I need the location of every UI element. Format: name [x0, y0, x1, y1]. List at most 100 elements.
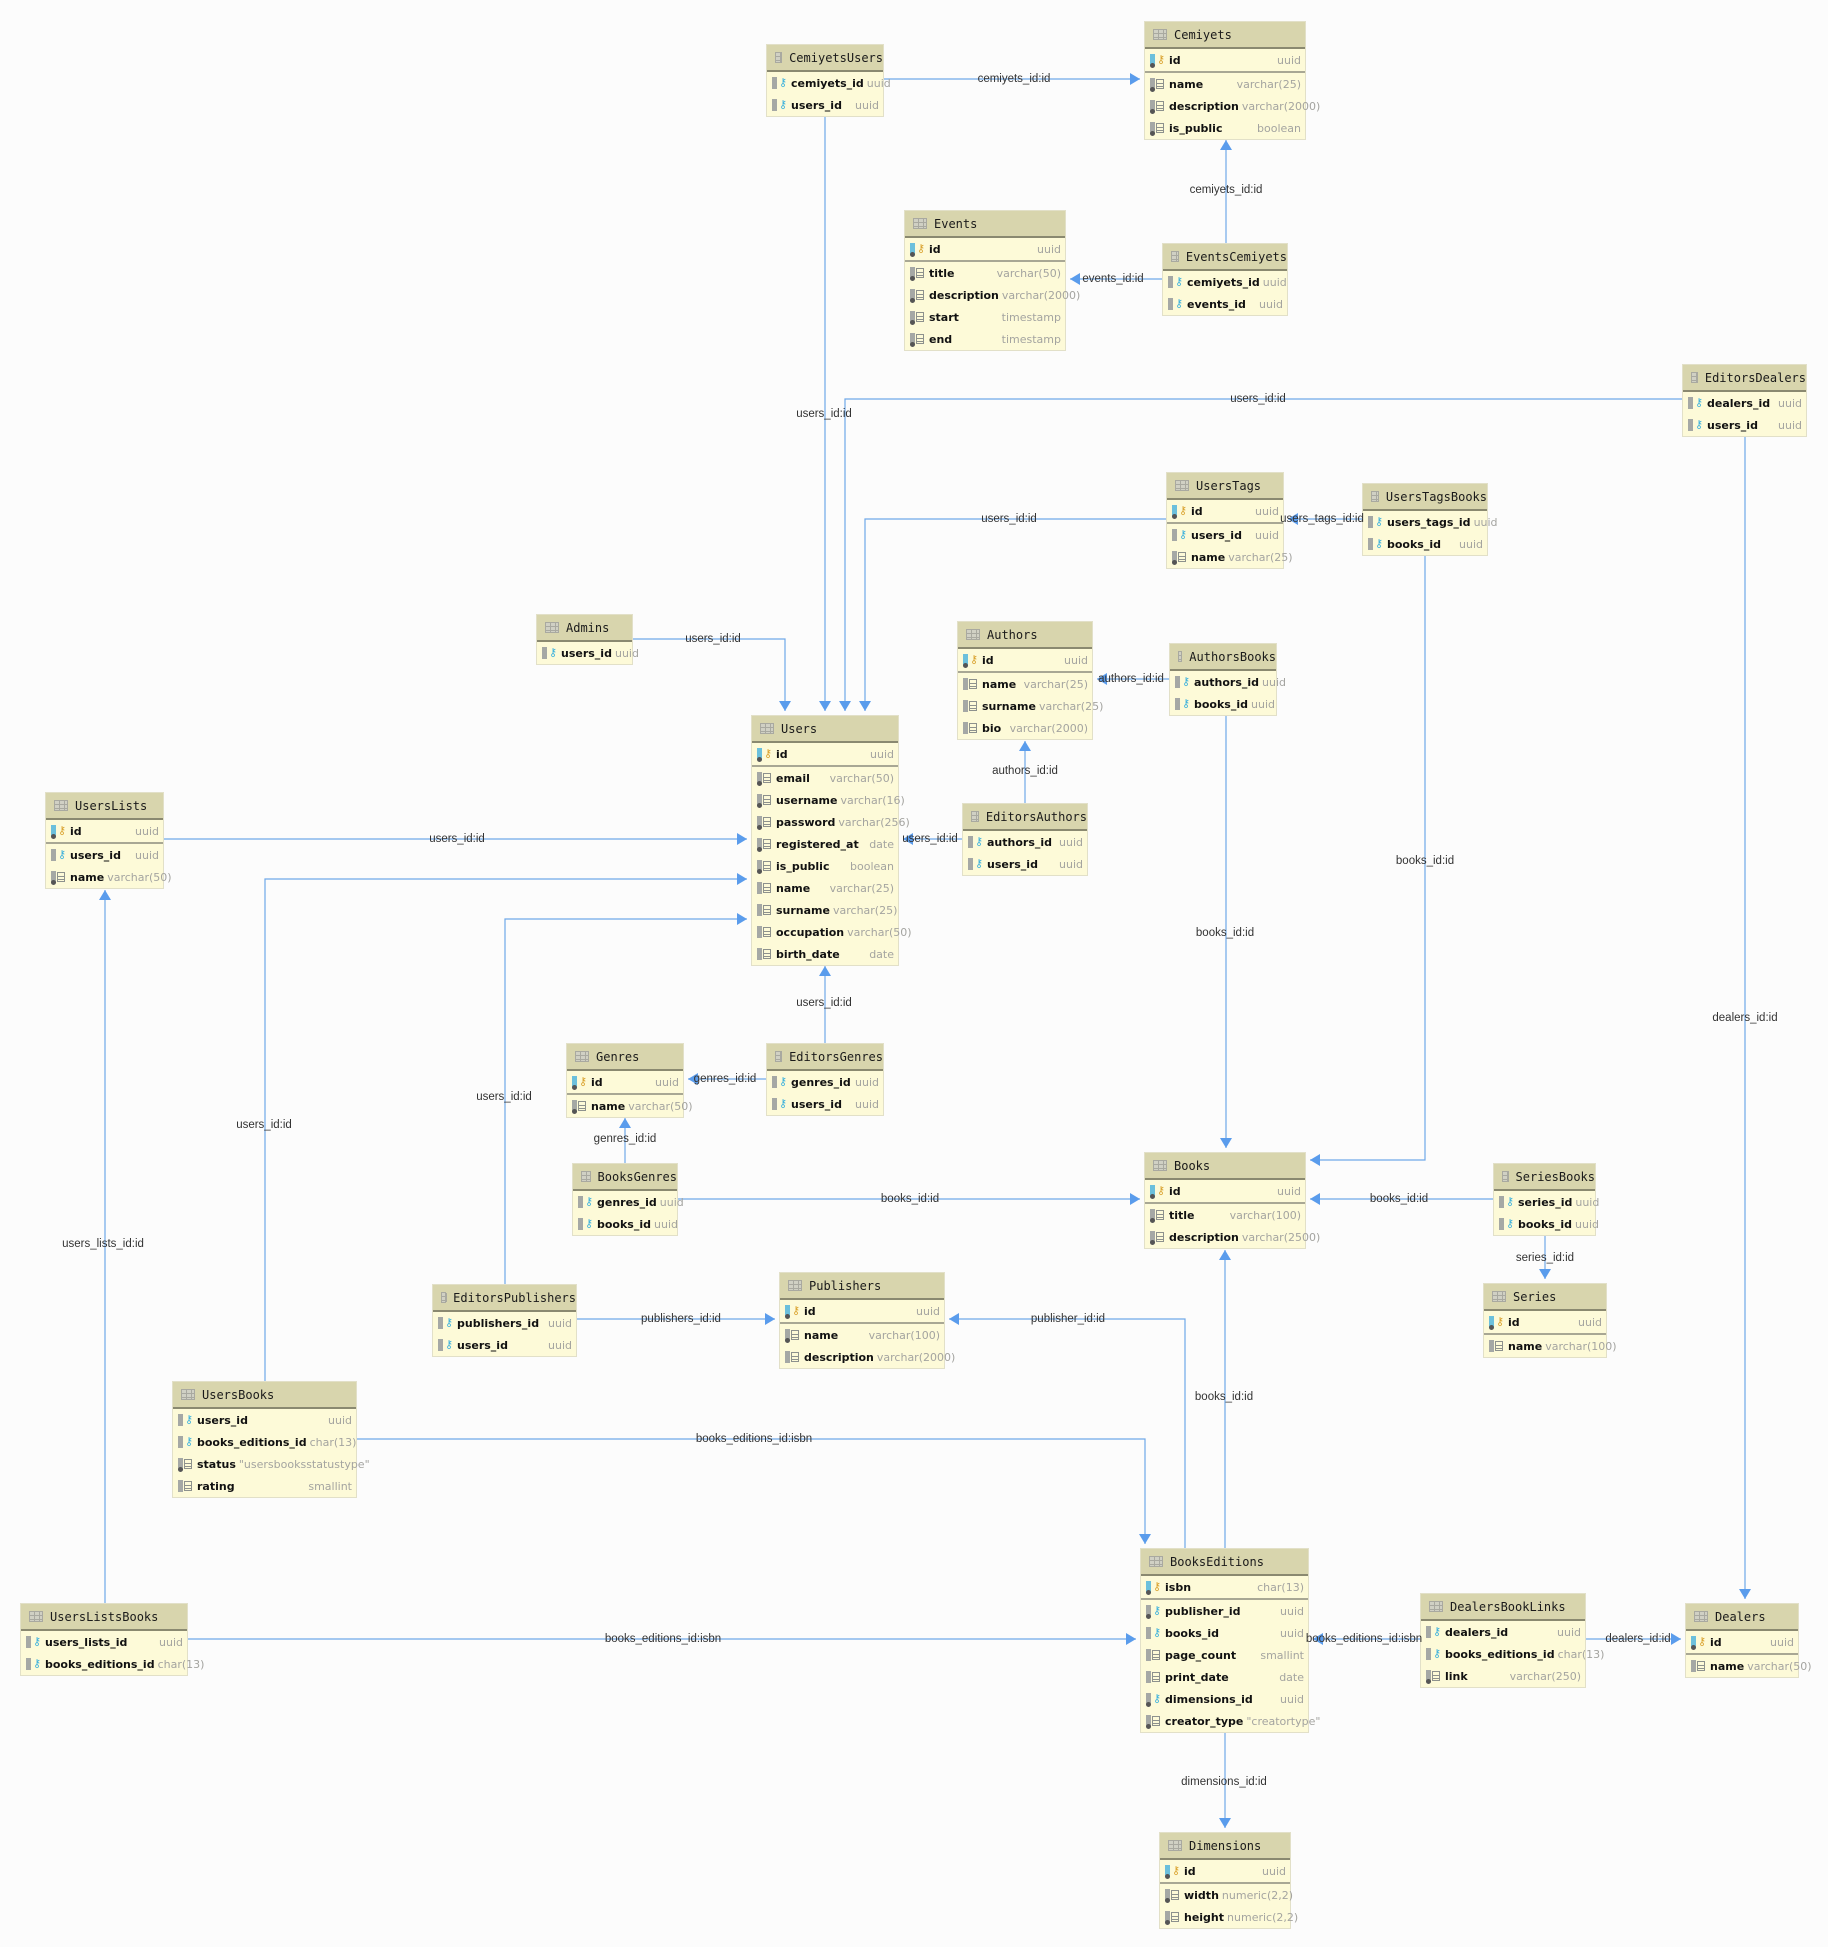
column-row[interactable]: birth_date date	[752, 943, 898, 965]
column-row[interactable]: ⚷ books_editions_id char(13)	[173, 1431, 356, 1453]
column-row[interactable]: name varchar(50)	[567, 1095, 693, 1117]
column-row[interactable]: ⚷ users_id uuid	[767, 94, 883, 116]
column-row[interactable]: ⚷ users_id uuid	[767, 1093, 883, 1115]
table-header[interactable]: EditorsGenres	[767, 1044, 883, 1071]
column-row[interactable]: creator_type "creatortype"	[1141, 1710, 1320, 1732]
column-row[interactable]: ⚷ users_id uuid	[1683, 414, 1806, 436]
column-row[interactable]: ⚷ users_lists_id uuid	[21, 1631, 187, 1653]
column-row[interactable]: registered_at date	[752, 833, 898, 855]
column-row[interactable]: page_count smallint	[1141, 1644, 1308, 1666]
table-series[interactable]: Series ⚷ id uuid name varchar(100)	[1483, 1283, 1617, 1358]
table-dealers-book-links[interactable]: DealersBookLinks ⚷ dealers_id uuid ⚷ books_ed…	[1420, 1593, 1604, 1688]
column-row[interactable]: description varchar(2500)	[1145, 1226, 1320, 1248]
relation-line[interactable]	[633, 638, 786, 711]
column-row[interactable]: name varchar(100)	[780, 1324, 944, 1346]
relation-line[interactable]	[949, 1318, 1186, 1548]
column-row[interactable]: ⚷ authors_id uuid	[963, 831, 1087, 853]
table-header[interactable]: Dealers	[1686, 1604, 1798, 1631]
column-row[interactable]: ⚷ id uuid	[1145, 49, 1305, 73]
relation-admins-to-users[interactable]	[633, 638, 791, 711]
column-row[interactable]: ⚷ id uuid	[780, 1300, 944, 1324]
table-header[interactable]: CemiyetsUsers	[767, 45, 883, 72]
table-header[interactable]: Genres	[567, 1044, 683, 1071]
column-row[interactable]: title varchar(50)	[905, 262, 1065, 284]
column-row[interactable]: rating smallint	[173, 1475, 356, 1497]
column-row[interactable]: ⚷ dealers_id uuid	[1683, 392, 1806, 414]
column-row[interactable]: ⚷ dealers_id uuid	[1421, 1621, 1585, 1643]
column-row[interactable]: description varchar(2000)	[905, 284, 1080, 306]
column-row[interactable]: name varchar(100)	[1484, 1335, 1617, 1357]
column-row[interactable]: ⚷ id uuid	[1167, 500, 1283, 524]
table-editors-publishers[interactable]: EditorsPublishers ⚷ publishers_id uuid ⚷ user…	[432, 1284, 577, 1357]
column-row[interactable]: surname varchar(25)	[958, 695, 1103, 717]
table-editors-dealers[interactable]: EditorsDealers ⚷ dealers_id uuid ⚷ users_id uu…	[1682, 364, 1807, 437]
column-row[interactable]: height numeric(2,2)	[1160, 1906, 1298, 1928]
column-row[interactable]: ⚷ id uuid	[752, 743, 898, 767]
column-row[interactable]: ⚷ books_id uuid	[1170, 693, 1276, 715]
column-row[interactable]: ⚷ events_id uuid	[1163, 293, 1287, 315]
table-header[interactable]: Users	[752, 716, 898, 743]
table-header[interactable]: Books	[1145, 1153, 1305, 1180]
table-users-tags-books[interactable]: UsersTagsBooks ⚷ users_tags_id uuid ⚷ books_i…	[1362, 483, 1498, 556]
column-row[interactable]: name varchar(50)	[46, 866, 172, 888]
table-cemiyets-users[interactable]: CemiyetsUsers ⚷ cemiyets_id uuid ⚷ users_id uu…	[766, 44, 891, 117]
column-row[interactable]: ⚷ users_id uuid	[1167, 524, 1283, 546]
relation-users-books-to-books-editions[interactable]	[357, 1438, 1151, 1544]
column-row[interactable]: password varchar(256)	[752, 811, 910, 833]
table-header[interactable]: EventsCemiyets	[1163, 244, 1287, 271]
table-header[interactable]: Cemiyets	[1145, 22, 1305, 49]
column-row[interactable]: name varchar(25)	[1145, 73, 1305, 95]
column-row[interactable]: is_public boolean	[1145, 117, 1305, 139]
table-books-editions[interactable]: BooksEditions ⚷ isbn char(13) ⚷ publisher_id u…	[1140, 1548, 1320, 1733]
column-row[interactable]: ⚷ cemiyets_id uuid	[767, 72, 891, 94]
table-header[interactable]: DealersBookLinks	[1421, 1594, 1585, 1621]
column-row[interactable]: status "usersbooksstatustype"	[173, 1453, 370, 1475]
table-header[interactable]: UsersLists	[46, 793, 163, 820]
table-header[interactable]: Authors	[958, 622, 1092, 649]
table-authors-books[interactable]: AuthorsBooks ⚷ authors_id uuid ⚷ books_id uuid	[1169, 643, 1286, 716]
table-cemiyets[interactable]: Cemiyets ⚷ id uuid name varchar(25) descriptio…	[1144, 21, 1320, 140]
column-row[interactable]: ⚷ id uuid	[1686, 1631, 1798, 1655]
table-editors-genres[interactable]: EditorsGenres ⚷ genres_id uuid ⚷ users_id uuid	[766, 1043, 884, 1116]
column-row[interactable]: ⚷ id uuid	[1484, 1311, 1606, 1335]
column-row[interactable]: ⚷ genres_id uuid	[573, 1191, 684, 1213]
column-row[interactable]: ⚷ users_id uuid	[46, 844, 163, 866]
column-row[interactable]: link varchar(250)	[1421, 1665, 1585, 1687]
relation-books-editions-to-publishers[interactable]	[949, 1313, 1186, 1548]
column-row[interactable]: ⚷ isbn char(13)	[1141, 1576, 1308, 1600]
column-row[interactable]: ⚷ cemiyets_id uuid	[1163, 271, 1287, 293]
column-row[interactable]: ⚷ publisher_id uuid	[1141, 1600, 1308, 1622]
column-row[interactable]: ⚷ id uuid	[1145, 1180, 1305, 1204]
table-header[interactable]: Dimensions	[1160, 1833, 1290, 1860]
table-users-lists-books[interactable]: UsersListsBooks ⚷ users_lists_id uuid ⚷ books…	[20, 1603, 204, 1676]
column-row[interactable]: ⚷ id uuid	[1160, 1860, 1290, 1884]
column-row[interactable]: ⚷ users_tags_id uuid	[1363, 511, 1498, 533]
column-row[interactable]: name varchar(25)	[1167, 546, 1293, 568]
relation-line[interactable]	[357, 1438, 1146, 1544]
table-authors[interactable]: Authors ⚷ id uuid name varchar(25) surname varc…	[957, 621, 1103, 740]
table-users-books[interactable]: UsersBooks ⚷ users_id uuid ⚷ books_editions_i…	[172, 1381, 370, 1498]
column-row[interactable]: ⚷ books_id uuid	[1141, 1622, 1308, 1644]
table-admins[interactable]: Admins ⚷ users_id uuid	[536, 614, 639, 665]
column-row[interactable]: is_public boolean	[752, 855, 898, 877]
column-row[interactable]: name varchar(25)	[752, 877, 898, 899]
column-row[interactable]: ⚷ users_id uuid	[963, 853, 1087, 875]
column-row[interactable]: name varchar(25)	[958, 673, 1092, 695]
table-genres[interactable]: Genres ⚷ id uuid name varchar(50)	[566, 1043, 693, 1118]
column-row[interactable]: username varchar(16)	[752, 789, 905, 811]
table-header[interactable]: EditorsPublishers	[433, 1285, 576, 1312]
table-books[interactable]: Books ⚷ id uuid title varchar(100) description…	[1144, 1152, 1320, 1249]
table-header[interactable]: UsersTags	[1167, 473, 1283, 500]
column-row[interactable]: print_date date	[1141, 1666, 1308, 1688]
table-header[interactable]: EditorsDealers	[1683, 365, 1806, 392]
table-header[interactable]: AuthorsBooks	[1170, 644, 1276, 671]
table-header[interactable]: BooksGenres	[573, 1164, 677, 1191]
table-dealers[interactable]: Dealers ⚷ id uuid name varchar(50)	[1685, 1603, 1812, 1678]
table-editors-authors[interactable]: EditorsAuthors ⚷ authors_id uuid ⚷ users_id uu…	[962, 803, 1088, 876]
column-row[interactable]: ⚷ users_id uuid	[537, 642, 639, 664]
column-row[interactable]: ⚷ dimensions_id uuid	[1141, 1688, 1308, 1710]
table-dimensions[interactable]: Dimensions ⚷ id uuid width numeric(2,2) height…	[1159, 1832, 1298, 1929]
column-row[interactable]: ⚷ books_editions_id char(13)	[21, 1653, 204, 1675]
column-row[interactable]: ⚷ books_editions_id char(13)	[1421, 1643, 1604, 1665]
column-row[interactable]: ⚷ id uuid	[567, 1071, 683, 1095]
